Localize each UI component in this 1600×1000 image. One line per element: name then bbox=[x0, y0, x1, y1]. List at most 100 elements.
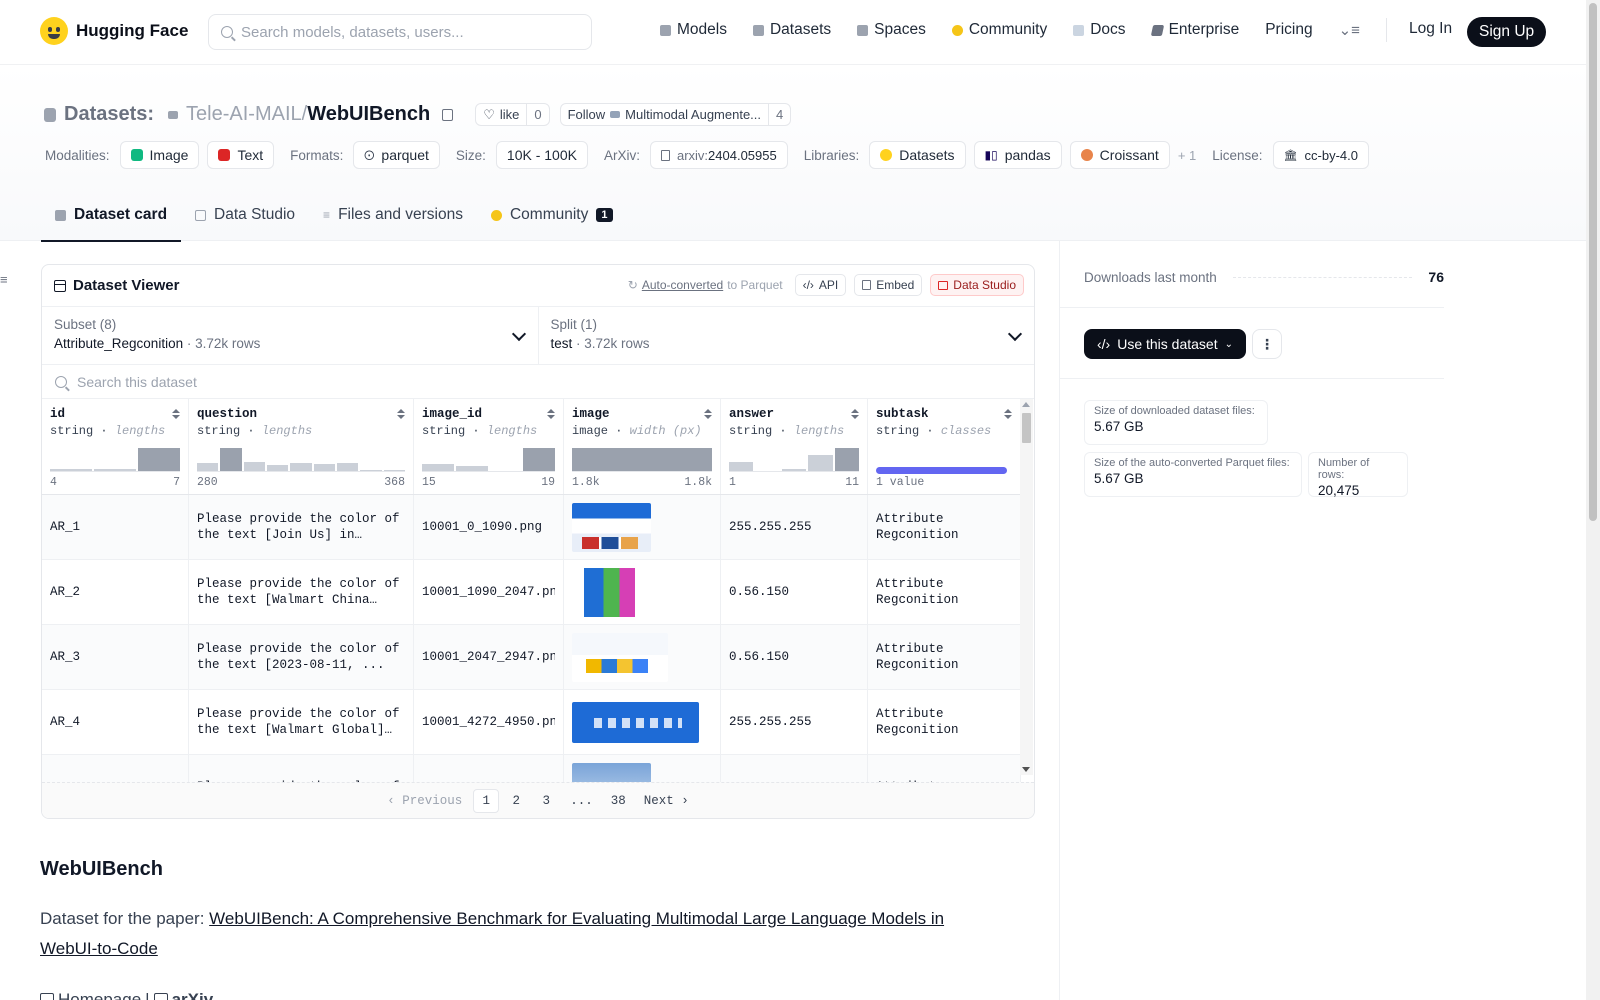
tab-community[interactable]: Community 1 bbox=[477, 190, 627, 240]
cell-answer[interactable]: 255.255.255 bbox=[721, 690, 868, 754]
login-link[interactable]: Log In bbox=[1409, 20, 1452, 38]
split-select[interactable]: Split (1) test · 3.72k rows bbox=[537, 307, 1035, 364]
table-row[interactable]: AR_2 Please provide the color of the text… bbox=[42, 560, 1021, 625]
dataset-search-input[interactable] bbox=[77, 373, 677, 390]
cell-image-id[interactable]: 10001_0_1090.png bbox=[414, 495, 564, 559]
image-thumbnail[interactable] bbox=[572, 632, 668, 682]
signup-button[interactable]: Sign Up bbox=[1467, 17, 1547, 47]
tag-image[interactable]: Image bbox=[119, 141, 200, 169]
arxiv-link[interactable]: arXiv bbox=[172, 990, 214, 1000]
page-38[interactable]: 38 bbox=[604, 789, 633, 813]
histogram-bar[interactable] bbox=[243, 461, 265, 471]
logo[interactable]: Hugging Face bbox=[40, 17, 188, 45]
nav-docs[interactable]: Docs bbox=[1073, 21, 1126, 39]
cell-question[interactable]: Please provide the color of the text [Wa… bbox=[189, 690, 414, 754]
histogram-bar[interactable] bbox=[422, 464, 454, 471]
more-options-button[interactable]: ⋮ bbox=[1252, 329, 1282, 359]
follow-button[interactable]: Follow Multimodal Augmente... 4 bbox=[559, 103, 792, 126]
repo-kind[interactable]: Datasets: bbox=[64, 103, 154, 126]
column-header-image[interactable]: image image · width (px) 1.8k 1.8k bbox=[564, 399, 721, 494]
image-thumbnail[interactable] bbox=[572, 701, 699, 743]
libraries-more[interactable]: + 1 bbox=[1178, 148, 1196, 163]
column-header-id[interactable]: id string · lengths 4 7 bbox=[42, 399, 189, 494]
search-input[interactable] bbox=[241, 23, 561, 41]
cell-subtask[interactable]: Attribute Regconition bbox=[868, 560, 1021, 624]
column-header-image_id[interactable]: image_id string · lengths 15 19 bbox=[414, 399, 564, 494]
tab-dataset-card[interactable]: Dataset card bbox=[41, 190, 182, 242]
sort-icon[interactable] bbox=[1004, 409, 1012, 419]
column-header-subtask[interactable]: subtask string · classes 1 value bbox=[868, 399, 1021, 494]
nav-datasets[interactable]: Datasets bbox=[752, 21, 831, 39]
cell-image[interactable] bbox=[564, 495, 721, 559]
sort-icon[interactable] bbox=[547, 409, 555, 419]
class-distribution-bar[interactable] bbox=[876, 467, 1007, 474]
cell-id[interactable]: AR_1 bbox=[42, 495, 189, 559]
cell-question[interactable]: Please provide the color of the text [Wa… bbox=[189, 560, 414, 624]
histogram-bar[interactable] bbox=[138, 448, 180, 471]
use-dataset-button[interactable]: ‹/› Use this dataset ⌄ bbox=[1084, 329, 1246, 359]
next-page-button[interactable]: Next › bbox=[637, 789, 696, 813]
image-thumbnail[interactable] bbox=[572, 502, 651, 552]
nav-community[interactable]: Community bbox=[951, 21, 1047, 39]
tag-datasets-lib[interactable]: Datasets bbox=[869, 141, 966, 169]
cell-id[interactable]: AR_3 bbox=[42, 625, 189, 689]
cell-answer[interactable]: 0.56.150 bbox=[721, 560, 868, 624]
dataset-search[interactable] bbox=[42, 365, 1034, 399]
page-3[interactable]: 3 bbox=[533, 789, 559, 813]
api-button[interactable]: ‹/› API bbox=[794, 274, 847, 296]
cell-image[interactable] bbox=[564, 560, 721, 624]
page-scroll-thumb[interactable] bbox=[1589, 3, 1597, 521]
histogram-bar[interactable] bbox=[336, 462, 359, 471]
tab-data-studio[interactable]: Data Studio bbox=[181, 190, 309, 240]
cell-answer[interactable]: 0.56.150 bbox=[721, 625, 868, 689]
histogram-bar[interactable] bbox=[220, 448, 242, 471]
cell-id[interactable]: AR_2 bbox=[42, 560, 189, 624]
table-row[interactable]: AR_4 Please provide the color of the text… bbox=[42, 690, 1021, 755]
sort-icon[interactable] bbox=[851, 409, 859, 419]
page-2[interactable]: 2 bbox=[503, 789, 529, 813]
embed-button[interactable]: Embed bbox=[854, 274, 923, 296]
prev-page-button[interactable]: ‹ Previous bbox=[380, 789, 469, 813]
nav-enterprise[interactable]: Enterprise bbox=[1150, 21, 1239, 39]
scroll-down-icon[interactable] bbox=[1022, 767, 1030, 772]
homepage-link[interactable]: Homepage bbox=[58, 990, 141, 1000]
histogram-bar[interactable] bbox=[455, 466, 488, 471]
sort-icon[interactable] bbox=[172, 409, 180, 419]
tab-files[interactable]: ≡ Files and versions bbox=[309, 190, 477, 240]
cell-id[interactable]: AR_4 bbox=[42, 690, 189, 754]
data-studio-button[interactable]: Data Studio bbox=[930, 274, 1024, 296]
tag-parquet[interactable]: ⨀ parquet bbox=[353, 141, 440, 169]
cell-subtask[interactable]: Attribute Regconition bbox=[868, 625, 1021, 689]
cell-image[interactable] bbox=[564, 690, 721, 754]
repo-org[interactable]: Tele-AI-MAIL bbox=[186, 103, 302, 126]
sidebar-toggle-icon[interactable]: ≡ bbox=[0, 272, 8, 287]
histogram-bar[interactable] bbox=[290, 462, 312, 471]
subset-select[interactable]: Subset (8) Attribute_Regconition · 3.72k… bbox=[42, 307, 538, 364]
like-button[interactable]: ♡ like 0 bbox=[475, 103, 550, 126]
table-scrollbar[interactable] bbox=[1020, 399, 1033, 775]
cell-subtask[interactable]: Attribute Regconition bbox=[868, 690, 1021, 754]
global-search[interactable] bbox=[208, 14, 592, 50]
histogram-bar[interactable] bbox=[197, 462, 219, 471]
nav-more-menu[interactable]: ⌄≡ bbox=[1339, 21, 1360, 39]
page-scrollbar[interactable] bbox=[1586, 0, 1600, 1000]
sort-icon[interactable] bbox=[397, 409, 405, 419]
histogram-bar[interactable] bbox=[266, 465, 289, 471]
scroll-thumb[interactable] bbox=[1022, 413, 1031, 443]
nav-pricing[interactable]: Pricing bbox=[1265, 21, 1312, 39]
repo-name[interactable]: WebUIBench bbox=[307, 103, 430, 126]
page-1[interactable]: 1 bbox=[473, 788, 500, 813]
column-header-question[interactable]: question string · lengths 280 368 bbox=[189, 399, 414, 494]
cell-question[interactable]: Please provide the color of the text [Jo… bbox=[189, 495, 414, 559]
table-row[interactable]: AR_1 Please provide the color of the text… bbox=[42, 495, 1021, 560]
histogram-bar[interactable] bbox=[360, 469, 382, 471]
cell-answer[interactable]: 255.255.255 bbox=[721, 495, 868, 559]
tag-pandas[interactable]: ▮▯ pandas bbox=[973, 141, 1062, 169]
cell-image-id[interactable]: 10001_1090_2047.png bbox=[414, 560, 564, 624]
histogram-bar[interactable] bbox=[781, 469, 807, 471]
scroll-up-icon[interactable] bbox=[1022, 402, 1030, 407]
cell-image-id[interactable]: 10001_2047_2947.png bbox=[414, 625, 564, 689]
cell-question[interactable]: Please provide the color of the text [20… bbox=[189, 625, 414, 689]
histogram-bar[interactable] bbox=[94, 469, 136, 471]
tag-size[interactable]: 10K - 100K bbox=[495, 141, 588, 169]
